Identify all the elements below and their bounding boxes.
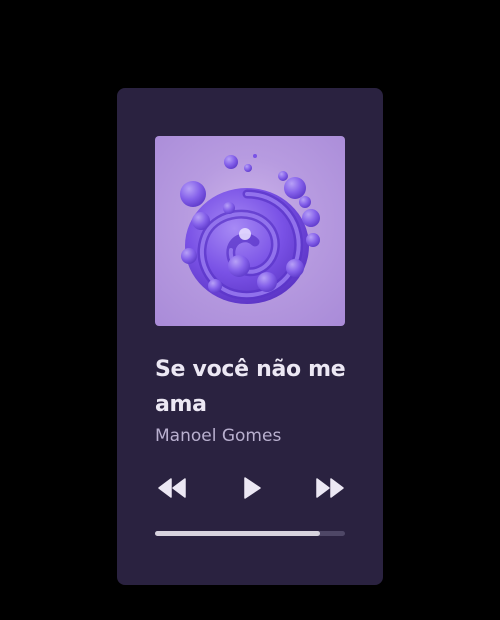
artist-name: Manoel Gomes <box>155 426 282 446</box>
album-cover <box>155 136 345 326</box>
progress-bar[interactable] <box>155 531 345 536</box>
progress-fill <box>155 531 321 536</box>
fast-forward-icon <box>316 478 344 498</box>
rewind-icon <box>158 478 186 498</box>
playback-controls <box>155 475 345 501</box>
previous-button[interactable] <box>157 475 187 501</box>
music-player-card: Se você não me ama Manoel Gomes <box>117 88 383 585</box>
play-icon <box>244 477 261 499</box>
album-art-image <box>180 154 320 304</box>
song-title: Se você não me ama <box>155 357 346 417</box>
play-button[interactable] <box>242 475 262 501</box>
next-button[interactable] <box>315 475 345 501</box>
